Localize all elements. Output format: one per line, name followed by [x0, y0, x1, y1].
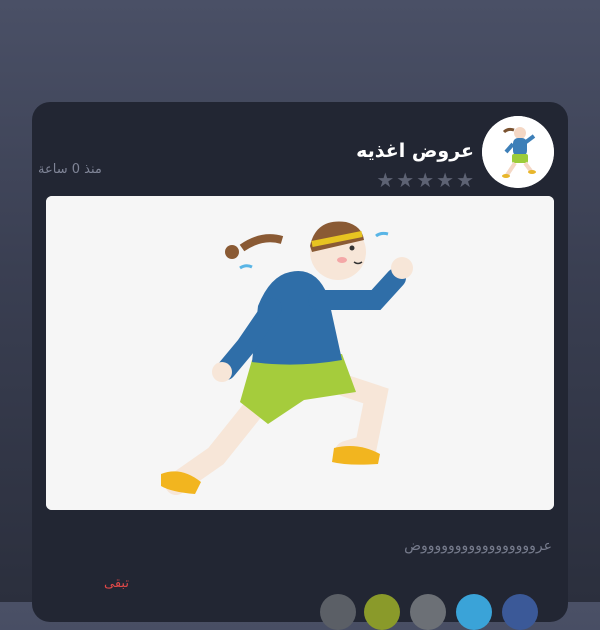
post-description: عروووووووووووووووووض [404, 538, 552, 554]
post-title[interactable]: عروض اغذيه [356, 140, 474, 162]
star-icon[interactable]: ★ [436, 170, 454, 190]
remaining-label: تبقى [104, 576, 129, 591]
store-avatar[interactable] [482, 116, 554, 188]
running-woman-illustration [46, 196, 554, 510]
running-woman-icon [482, 116, 554, 188]
post-card: عروض اغذيه ★ ★ ★ ★ ★ منذ 0 ساعة عروووووو… [32, 102, 568, 630]
rating-stars[interactable]: ★ ★ ★ ★ ★ [376, 170, 474, 190]
post-time: منذ 0 ساعة [38, 162, 102, 177]
share-button-1[interactable] [320, 594, 356, 630]
post-image[interactable] [46, 196, 554, 510]
share-button-4[interactable] [456, 594, 492, 630]
share-button-3[interactable] [410, 594, 446, 630]
star-icon[interactable]: ★ [396, 170, 414, 190]
star-icon[interactable]: ★ [376, 170, 394, 190]
share-button-2[interactable] [364, 594, 400, 630]
star-icon[interactable]: ★ [416, 170, 434, 190]
share-button-5[interactable] [502, 594, 538, 630]
star-icon[interactable]: ★ [456, 170, 474, 190]
